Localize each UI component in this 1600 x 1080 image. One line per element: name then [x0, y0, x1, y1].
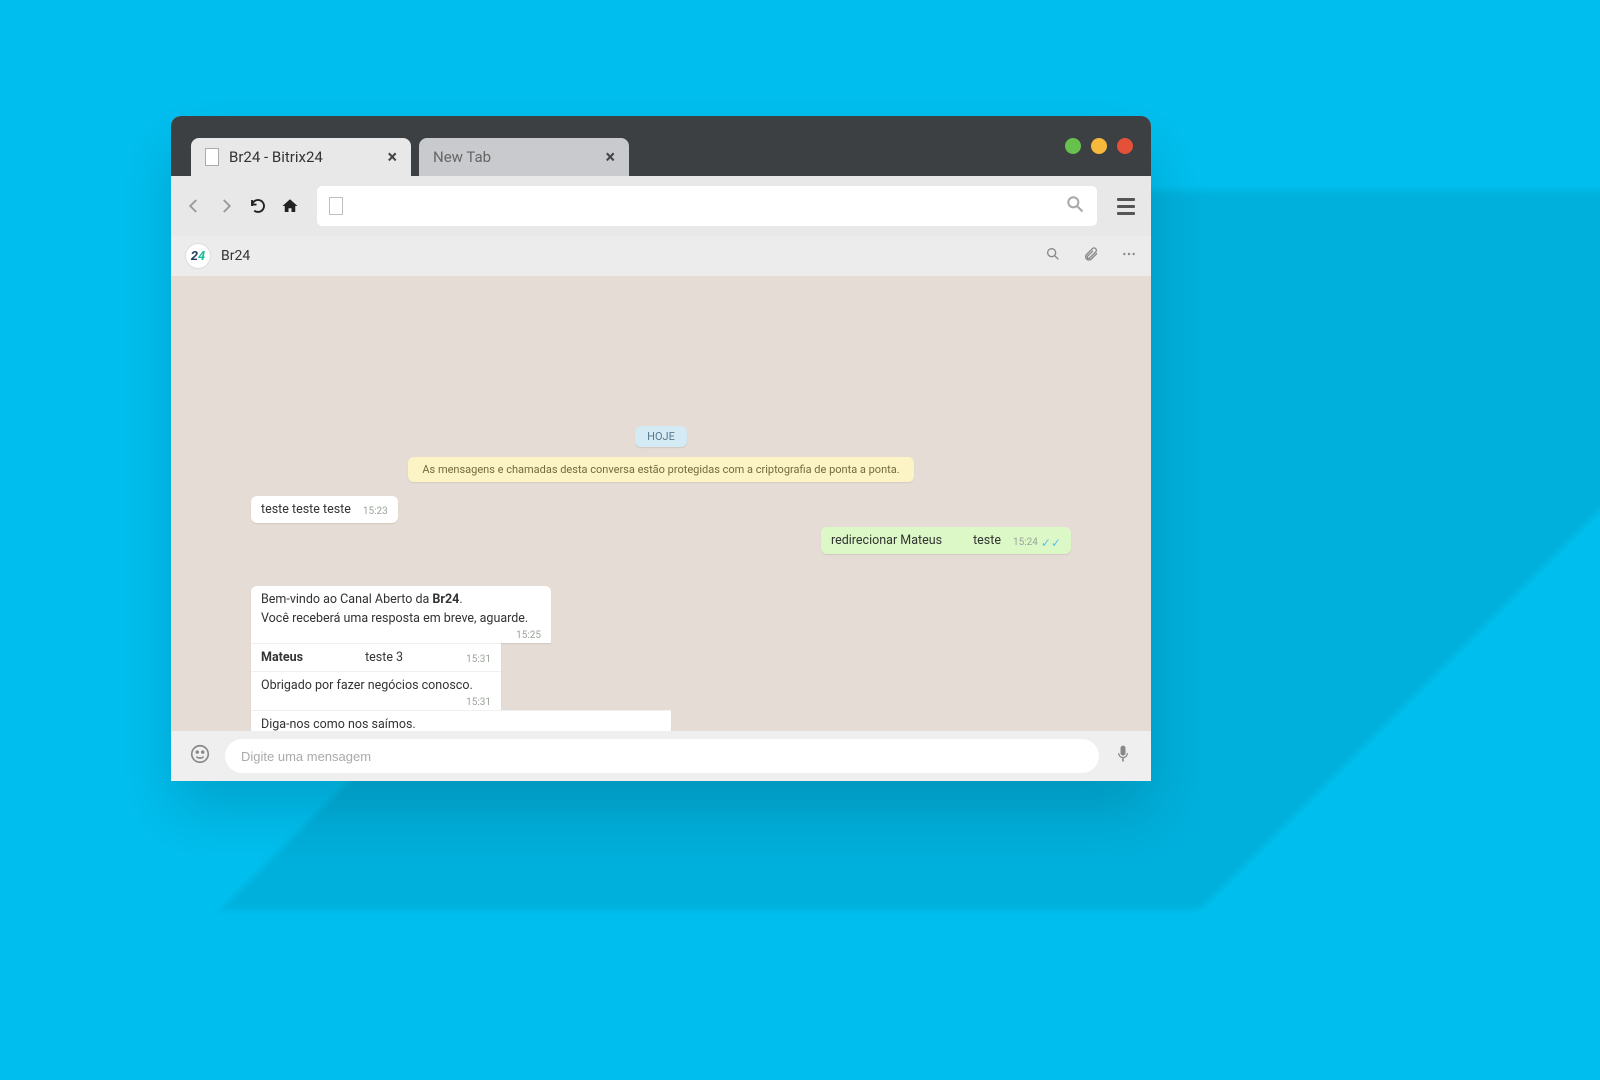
message-bubble[interactable]: redirecionar Mateus teste 15:24 ✓✓: [821, 527, 1071, 554]
chat-header: 24 Br24: [171, 236, 1151, 276]
close-icon[interactable]: ×: [605, 147, 615, 168]
message-time: 15:25: [516, 630, 541, 641]
message-text: Você receberá uma resposta em breve, agu…: [261, 611, 528, 626]
message-time: 15:23: [363, 506, 388, 517]
chat-title: Br24: [221, 248, 250, 264]
close-dot[interactable]: [1117, 138, 1133, 154]
close-icon[interactable]: ×: [387, 147, 397, 168]
message-text: Diga-nos como nos saímos.: [261, 717, 416, 731]
hamburger-menu-icon[interactable]: [1111, 191, 1141, 221]
message-composer: [171, 731, 1151, 781]
avatar-text: 24: [191, 249, 205, 264]
back-button[interactable]: [181, 193, 207, 219]
message-bubble[interactable]: Diga-nos como nos saímos. Basta enviar 1…: [251, 710, 671, 731]
chat-header-actions: [1045, 246, 1137, 266]
microphone-icon[interactable]: [1113, 744, 1133, 768]
browser-tab-inactive[interactable]: New Tab ×: [419, 138, 629, 176]
message-text: teste: [973, 533, 1001, 548]
message-text: Bem-vindo ao Canal Aberto da: [261, 592, 432, 607]
message-text: redirecionar Mateus: [831, 533, 942, 548]
search-icon[interactable]: [1065, 194, 1085, 218]
browser-toolbar: [171, 176, 1151, 236]
message-time: 15:31: [466, 654, 491, 665]
page-icon: [329, 197, 343, 215]
minimize-dot[interactable]: [1065, 138, 1081, 154]
reload-button[interactable]: [245, 193, 271, 219]
home-button[interactable]: [277, 193, 303, 219]
message-text: .: [459, 592, 462, 607]
browser-titlebar: Br24 - Bitrix24 × New Tab ×: [171, 116, 1151, 176]
message-input[interactable]: [225, 739, 1099, 773]
message-bubble[interactable]: Mateus teste 3 15:31: [251, 643, 501, 671]
message-row-incoming: teste teste teste 15:23: [251, 496, 1071, 523]
message-bubble[interactable]: teste teste teste 15:23: [251, 496, 398, 523]
attachment-icon[interactable]: [1083, 246, 1099, 266]
forward-button[interactable]: [213, 193, 239, 219]
read-ticks-icon: ✓✓: [1041, 538, 1061, 548]
chat-body[interactable]: HOJE As mensagens e chamadas desta conve…: [171, 276, 1151, 731]
message-text-bold: Mateus: [261, 650, 303, 665]
message-text-bold: Br24: [432, 592, 459, 607]
browser-window: Br24 - Bitrix24 × New Tab ×: [171, 116, 1151, 781]
window-controls: [1065, 138, 1133, 154]
tab-label: Br24 - Bitrix24: [229, 148, 323, 166]
search-icon[interactable]: [1045, 246, 1061, 266]
message-text: teste 3: [365, 650, 403, 665]
message-bubble[interactable]: Obrigado por fazer negócios conosco. 15:…: [251, 671, 501, 710]
tab-label: New Tab: [433, 148, 491, 166]
message-row-outgoing: redirecionar Mateus teste 15:24 ✓✓: [251, 527, 1071, 554]
message-text: teste teste teste: [261, 502, 351, 517]
date-separator: HOJE: [635, 426, 687, 447]
more-icon[interactable]: [1121, 246, 1137, 266]
message-time: 15:24: [1013, 537, 1038, 548]
url-bar[interactable]: [317, 186, 1097, 226]
browser-tab-active[interactable]: Br24 - Bitrix24 ×: [191, 138, 411, 176]
avatar[interactable]: 24: [185, 243, 211, 269]
message-bubble[interactable]: Bem-vindo ao Canal Aberto da Br24. Você …: [251, 586, 551, 643]
message-time: 15:31: [466, 697, 491, 708]
message-text: Obrigado por fazer negócios conosco.: [261, 678, 473, 693]
page-icon: [205, 148, 219, 166]
maximize-dot[interactable]: [1091, 138, 1107, 154]
emoji-icon[interactable]: [189, 743, 211, 769]
encryption-banner: As mensagens e chamadas desta conversa e…: [408, 457, 913, 482]
message-group-incoming: Bem-vindo ao Canal Aberto da Br24. Você …: [251, 586, 1071, 731]
